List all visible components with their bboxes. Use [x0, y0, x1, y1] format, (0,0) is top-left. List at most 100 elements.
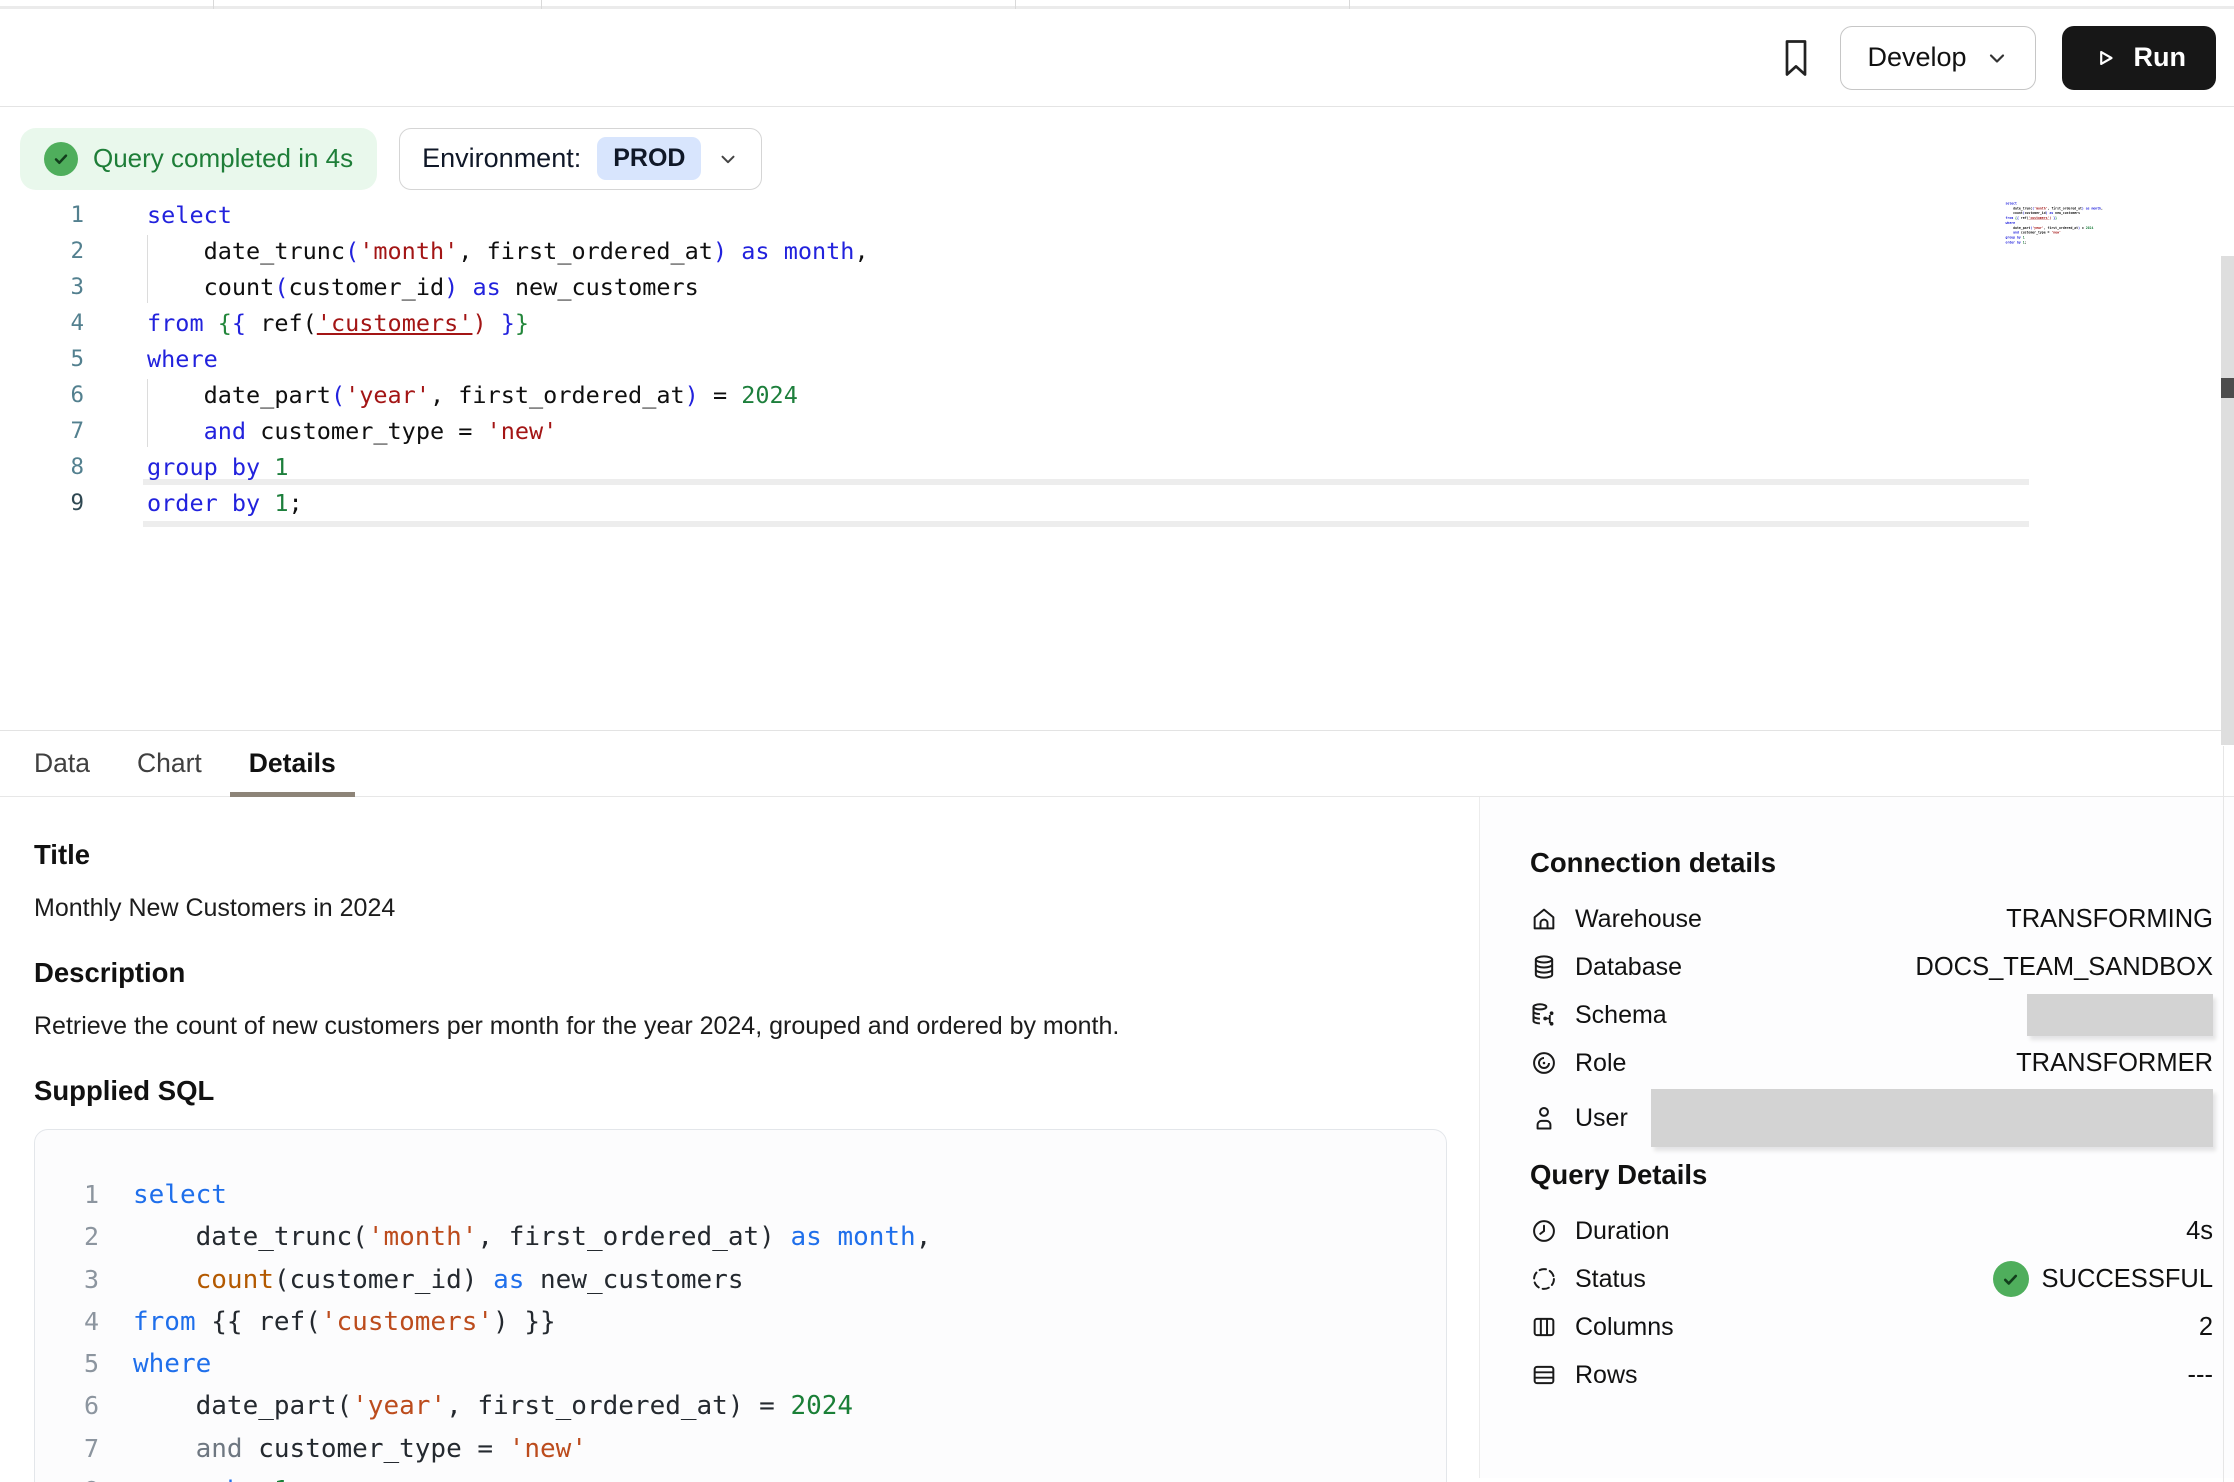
- detail-row-user: User: [1530, 1087, 2213, 1149]
- line-number: 1: [0, 197, 84, 233]
- code-line: 4from {{ ref('customers') }}: [35, 1301, 1446, 1343]
- success-check-icon: [1993, 1261, 2029, 1297]
- result-tabs: Data Chart Details: [0, 730, 2234, 797]
- detail-row-status: Status SUCCESSFUL: [1530, 1255, 2213, 1303]
- success-check-icon: [44, 142, 78, 176]
- code-line: 1select: [0, 197, 2234, 233]
- query-metadata-panel: Title Monthly New Customers in 2024 Desc…: [0, 797, 1479, 1478]
- detail-row-rows: Rows ---: [1530, 1351, 2213, 1399]
- run-button-label: Run: [2134, 42, 2186, 73]
- supplied-sql-code-block: 1select2 date_trunc('month', first_order…: [34, 1129, 1447, 1482]
- play-icon: [2092, 45, 2118, 71]
- tab-chart[interactable]: Chart: [137, 731, 202, 796]
- code-line: 5where: [35, 1343, 1446, 1385]
- detail-label: Warehouse: [1575, 905, 1702, 934]
- code-line: 5where: [0, 341, 2234, 377]
- detail-label: User: [1575, 1104, 1628, 1133]
- code-line: 6 date_part('year', first_ordered_at) = …: [35, 1385, 1446, 1427]
- code-line: 1select: [35, 1174, 1446, 1216]
- detail-value: DOCS_TEAM_SANDBOX: [1915, 953, 2213, 982]
- code-line: 9order by 1;: [0, 485, 2234, 521]
- details-pane: Title Monthly New Customers in 2024 Desc…: [0, 797, 2234, 1478]
- query-details-heading: Query Details: [1530, 1159, 2213, 1191]
- develop-button[interactable]: Develop: [1840, 26, 2035, 90]
- develop-button-label: Develop: [1867, 42, 1966, 73]
- bookmark-icon: [1778, 37, 1814, 79]
- rows-icon: [1530, 1361, 1558, 1389]
- detail-label: Database: [1575, 953, 1682, 982]
- header-toolbar: Develop Run: [0, 9, 2234, 107]
- detail-row-warehouse: Warehouse TRANSFORMING: [1530, 895, 2213, 943]
- detail-label: Columns: [1575, 1313, 1674, 1342]
- bookmark-button[interactable]: [1778, 37, 1814, 79]
- tab-details[interactable]: Details: [249, 731, 336, 796]
- detail-value: ---: [2188, 1361, 2213, 1390]
- chevron-down-icon: [1985, 46, 2009, 70]
- role-icon: [1530, 1049, 1558, 1077]
- editor-scrollbar[interactable]: [2221, 256, 2234, 745]
- detail-label: Status: [1575, 1265, 1646, 1294]
- environment-value-badge: PROD: [597, 137, 701, 180]
- description-heading: Description: [34, 957, 1479, 989]
- title-heading: Title: [34, 839, 1479, 871]
- detail-row-columns: Columns 2: [1530, 1303, 2213, 1351]
- line-number: 9: [0, 485, 84, 521]
- redacted-value: [2027, 994, 2213, 1036]
- detail-row-duration: Duration 4s: [1530, 1207, 2213, 1255]
- sql-editor[interactable]: 1select2 date_trunc('month', first_order…: [0, 197, 2234, 730]
- detail-label: Rows: [1575, 1361, 1638, 1390]
- line-number: 6: [0, 377, 84, 413]
- warehouse-icon: [1530, 905, 1558, 933]
- code-line: 7 and customer_type = 'new': [35, 1428, 1446, 1470]
- detail-label: Role: [1575, 1049, 1626, 1078]
- chevron-down-icon: [717, 148, 739, 170]
- line-number: 8: [35, 1470, 99, 1482]
- code-line: 4from {{ ref('customers') }}: [0, 305, 2234, 341]
- tab-data[interactable]: Data: [34, 731, 90, 796]
- detail-value: 2: [2199, 1313, 2213, 1342]
- scrollbar-thumb[interactable]: [2221, 378, 2234, 398]
- line-number: 8: [0, 449, 84, 485]
- line-number: 2: [0, 233, 84, 269]
- line-number: 3: [35, 1259, 99, 1301]
- title-value: Monthly New Customers in 2024: [34, 893, 1479, 923]
- detail-value: TRANSFORMER: [2016, 1049, 2213, 1078]
- code-line: 8group by 1: [0, 449, 2234, 485]
- line-number: 5: [35, 1343, 99, 1385]
- code-line: 2 date_trunc('month', first_ordered_at) …: [35, 1216, 1446, 1258]
- code-line: 6 date_part('year', first_ordered_at) = …: [0, 377, 2234, 413]
- environment-selector[interactable]: Environment: PROD: [399, 128, 762, 190]
- supplied-sql-heading: Supplied SQL: [34, 1075, 1479, 1107]
- code-line: 3 count(customer_id) as new_customers: [35, 1259, 1446, 1301]
- line-number: 1: [35, 1174, 99, 1216]
- code-line: 2 date_trunc('month', first_ordered_at) …: [0, 233, 2234, 269]
- database-icon: [1530, 953, 1558, 981]
- detail-label: Schema: [1575, 1001, 1667, 1030]
- description-value: Retrieve the count of new customers per …: [34, 1011, 1479, 1041]
- detail-label: Duration: [1575, 1217, 1670, 1246]
- connection-details-panel: Connection details Warehouse TRANSFORMING…: [1479, 797, 2234, 1478]
- line-number: 6: [35, 1385, 99, 1427]
- connection-details-heading: Connection details: [1530, 847, 2213, 879]
- status-row: Query completed in 4s Environment: PROD: [0, 107, 2234, 197]
- detail-value: SUCCESSFUL: [1993, 1261, 2213, 1297]
- redacted-value: [1651, 1089, 2213, 1147]
- query-status-text: Query completed in 4s: [93, 143, 353, 174]
- columns-icon: [1530, 1313, 1558, 1341]
- query-status-pill: Query completed in 4s: [20, 128, 377, 190]
- detail-row-role: Role TRANSFORMER: [1530, 1039, 2213, 1087]
- code-line: 3 count(customer_id) as new_customers: [0, 269, 2234, 305]
- code-line: 7 and customer_type = 'new': [0, 413, 2234, 449]
- line-number: 2: [35, 1216, 99, 1258]
- detail-value: 4s: [2186, 1217, 2213, 1246]
- line-number: 7: [35, 1428, 99, 1470]
- line-number: 3: [0, 269, 84, 305]
- user-icon: [1530, 1104, 1558, 1132]
- line-number: 5: [0, 341, 84, 377]
- line-number: 7: [0, 413, 84, 449]
- status-icon: [1530, 1265, 1558, 1293]
- detail-row-schema: Schema: [1530, 991, 2213, 1039]
- detail-value: TRANSFORMING: [2006, 905, 2213, 934]
- run-button[interactable]: Run: [2062, 26, 2216, 90]
- schema-icon: [1530, 1001, 1558, 1029]
